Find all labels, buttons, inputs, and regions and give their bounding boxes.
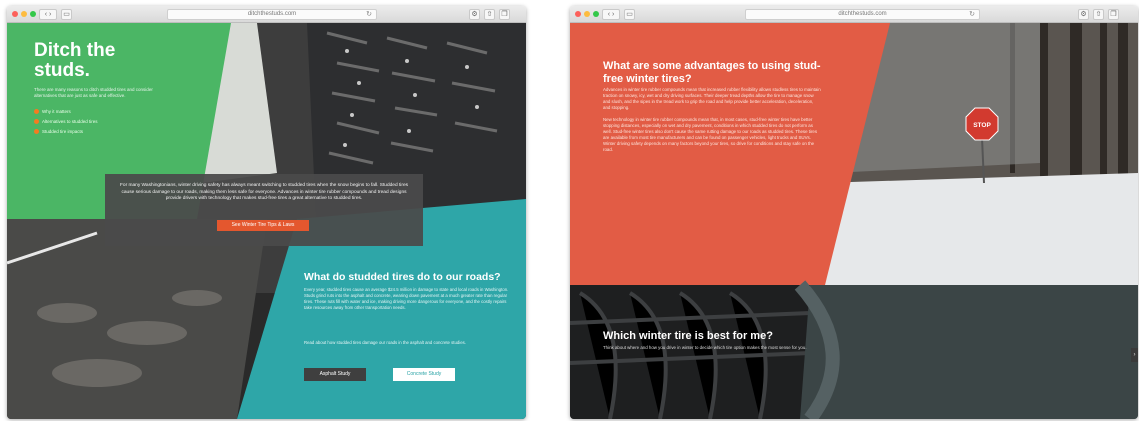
reload-icon[interactable]: ↻ — [366, 10, 372, 19]
sidebar-icon[interactable]: ▭ — [624, 9, 635, 20]
snowy-ground — [810, 173, 1138, 293]
close-window-icon[interactable] — [575, 11, 581, 17]
intro-box: For many Washingtonians, winter driving … — [105, 174, 423, 246]
stop-sign-text: STOP — [973, 122, 991, 129]
zoom-window-icon[interactable] — [593, 11, 599, 17]
winter-tire-tips-button[interactable]: See Winter Tire Tips & Laws — [217, 220, 309, 231]
intro-text: For many Washingtonians, winter driving … — [119, 183, 409, 201]
hero-link-alternatives[interactable]: Alternatives to studded tires — [34, 119, 98, 124]
studded-section-title: What do studded tires do to our roads? — [304, 271, 501, 283]
address-bar[interactable]: ditchthestuds.com ↻ — [745, 9, 980, 20]
share-icon[interactable]: ⇧ — [484, 9, 495, 20]
studded-section-note: Read about how studded tires damage our … — [304, 340, 466, 345]
hero-link-why[interactable]: Why it matters — [34, 109, 98, 114]
url-text: ditchthestuds.com — [247, 11, 297, 17]
webpage-left: Ditch the studs. There are many reasons … — [7, 23, 526, 419]
which-tire-body: Think about where and how you drive in w… — [603, 345, 807, 350]
settings-icon[interactable]: ⚙ — [469, 9, 480, 20]
webpage-right: STOP What are some advantages to using s… — [570, 23, 1138, 419]
chevron-right-icon[interactable]: › — [1131, 348, 1138, 362]
bullet-icon — [34, 109, 39, 114]
browser-window-left: ‹ › ▭ ditchthestuds.com ↻ ⚙ ⇧ ❐ Ditch th… — [7, 6, 526, 419]
tabs-icon[interactable]: ❐ — [1108, 9, 1119, 20]
minimize-window-icon[interactable] — [584, 11, 590, 17]
concrete-study-button[interactable]: Concrete Study — [393, 368, 455, 381]
which-tire-title: Which winter tire is best for me? — [603, 330, 773, 342]
sidebar-icon[interactable]: ▭ — [61, 9, 72, 20]
hero-title: Ditch the studs. — [34, 40, 116, 81]
bullet-icon — [34, 129, 39, 134]
zoom-window-icon[interactable] — [30, 11, 36, 17]
settings-icon[interactable]: ⚙ — [1078, 9, 1089, 20]
back-forward-buttons[interactable]: ‹ › — [39, 9, 57, 20]
close-window-icon[interactable] — [12, 11, 18, 17]
studded-section-body: Every year, studded tires cause an avera… — [304, 287, 509, 310]
minimize-window-icon[interactable] — [21, 11, 27, 17]
advantages-paragraph-2: New technology in winter tire rubber com… — [603, 117, 818, 152]
hero-link-impacts[interactable]: Studded tire impacts — [34, 129, 98, 134]
browser-window-right: ‹ › ▭ ditchthestuds.com ↻ ⚙ ⇧ ❐ STOP Wha… — [570, 6, 1138, 419]
traffic-lights[interactable] — [12, 11, 36, 17]
advantages-paragraph-1: Advances in winter tire rubber compounds… — [603, 87, 821, 110]
address-bar[interactable]: ditchthestuds.com ↻ — [167, 9, 377, 20]
back-forward-buttons[interactable]: ‹ › — [602, 9, 620, 20]
hero-link-list: Why it matters Alternatives to studded t… — [34, 109, 98, 139]
hero-subtitle: There are many reasons to ditch studded … — [34, 87, 153, 98]
reload-icon[interactable]: ↻ — [969, 10, 975, 19]
browser-toolbar: ‹ › ▭ ditchthestuds.com ↻ ⚙ ⇧ ❐ — [570, 6, 1138, 23]
advantages-title: What are some advantages to using stud-f… — [603, 60, 821, 85]
url-text: ditchthestuds.com — [838, 11, 887, 17]
share-icon[interactable]: ⇧ — [1093, 9, 1104, 20]
asphalt-study-button[interactable]: Asphalt Study — [304, 368, 366, 381]
tabs-icon[interactable]: ❐ — [499, 9, 510, 20]
browser-toolbar: ‹ › ▭ ditchthestuds.com ↻ ⚙ ⇧ ❐ — [7, 6, 526, 23]
traffic-lights[interactable] — [575, 11, 599, 17]
advantages-body: Advances in winter tire rubber compounds… — [603, 87, 821, 153]
bullet-icon — [34, 119, 39, 124]
